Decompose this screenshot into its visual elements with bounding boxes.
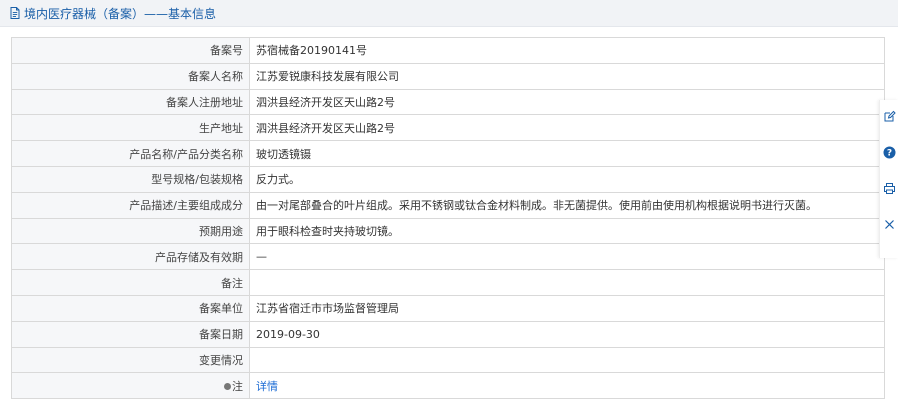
page-header: 境内医疗器械（备案）——基本信息 [0,0,898,27]
row-label: 备案人名称 [11,62,250,90]
row-value [249,346,885,374]
table-row: 备案人注册地址 泗洪县经济开发区天山路2号 [11,88,885,116]
row-label: 备案单位 [11,294,250,322]
row-label: 产品存储及有效期 [11,243,250,271]
table-row: 备注 [11,269,885,296]
row-label: 预期用途 [11,217,250,245]
row-label: 生产地址 [11,114,250,142]
row-value: — [249,243,885,271]
row-label: 备注 [11,269,250,296]
details-link[interactable]: 详情 [249,372,885,400]
svg-text:?: ? [886,149,891,159]
document-icon [8,6,22,20]
close-button[interactable] [880,208,898,244]
table-row: 备案号 苏宿械备20190141号 [11,37,885,64]
side-toolbar: ? [879,100,898,258]
row-label: 产品名称/产品分类名称 [11,140,250,167]
info-dot-icon [224,383,231,391]
row-value: 泗洪县经济开发区天山路2号 [249,114,885,142]
row-value [249,269,885,296]
table-row: 预期用途 用于眼科检查时夹持玻切镜。 [11,217,885,245]
row-label: 产品描述/主要组成成分 [11,191,250,219]
table-row: 备案单位 江苏省宿迁市市场监督管理局 [11,294,885,322]
close-icon [884,219,895,233]
row-label: 备案人注册地址 [11,88,250,116]
table-row: 备案日期 2019-09-30 [11,320,885,348]
print-button[interactable] [880,172,898,208]
row-value: 用于眼科检查时夹持玻切镜。 [249,217,885,245]
row-value: 反力式。 [249,165,885,193]
table-row: 备案人名称 江苏爱锐康科技发展有限公司 [11,62,885,90]
row-value: 玻切透镜镊 [249,140,885,167]
table-row: 产品名称/产品分类名称 玻切透镜镊 [11,140,885,167]
row-label: 备案日期 [11,320,250,348]
print-icon [883,182,896,198]
note-label-cell: 注 [11,372,250,400]
row-value: 苏宿械备20190141号 [249,37,885,64]
page-title: 境内医疗器械（备案）——基本信息 [24,6,217,21]
table-row: 生产地址 泗洪县经济开发区天山路2号 [11,114,885,142]
edit-icon [883,110,896,126]
row-label: 型号规格/包装规格 [11,165,250,193]
help-icon: ? [883,146,896,162]
row-value: 江苏省宿迁市市场监督管理局 [249,294,885,322]
row-label: 备案号 [11,37,250,64]
edit-button[interactable] [880,100,898,136]
table-row: 型号规格/包装规格 反力式。 [11,165,885,193]
table-row-note: 注 详情 [11,372,885,400]
row-value: 2019-09-30 [249,320,885,348]
info-table: 备案号 苏宿械备20190141号 备案人名称 江苏爱锐康科技发展有限公司 备案… [11,37,885,400]
info-table-container: 备案号 苏宿械备20190141号 备案人名称 江苏爱锐康科技发展有限公司 备案… [11,37,885,400]
table-row: 变更情况 [11,346,885,374]
table-row: 产品存储及有效期 — [11,243,885,271]
help-button[interactable]: ? [880,136,898,172]
row-value: 泗洪县经济开发区天山路2号 [249,88,885,116]
note-label: 注 [232,379,243,393]
row-value: 由一对尾部叠合的叶片组成。采用不锈钢或钛合金材料制成。非无菌提供。使用前由使用机… [249,191,885,219]
table-row: 产品描述/主要组成成分 由一对尾部叠合的叶片组成。采用不锈钢或钛合金材料制成。非… [11,191,885,219]
row-value: 江苏爱锐康科技发展有限公司 [249,62,885,90]
row-label: 变更情况 [11,346,250,374]
